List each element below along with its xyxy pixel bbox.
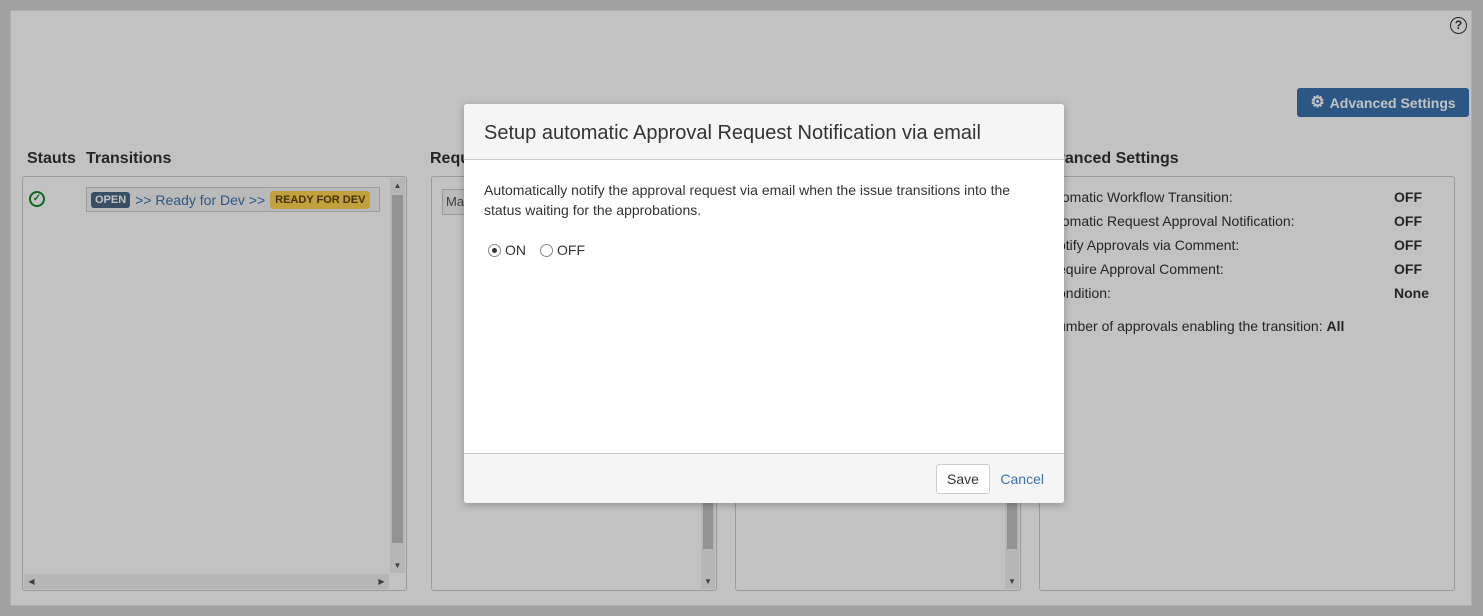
- radio-on-button[interactable]: [488, 243, 501, 257]
- dialog-description: Automatically notify the approval reques…: [484, 182, 1011, 218]
- dialog-header: Setup automatic Approval Request Notific…: [464, 104, 1064, 160]
- radio-off[interactable]: OFF: [540, 242, 585, 258]
- save-button[interactable]: Save: [936, 464, 990, 494]
- radio-off-label: OFF: [557, 242, 585, 258]
- radio-off-button[interactable]: [540, 243, 553, 257]
- approval-notification-dialog: Setup automatic Approval Request Notific…: [464, 104, 1064, 503]
- radio-on[interactable]: ON: [488, 242, 526, 258]
- radio-on-label: ON: [505, 242, 526, 258]
- cancel-link[interactable]: Cancel: [1000, 471, 1044, 487]
- dialog-footer: Save Cancel: [464, 453, 1064, 503]
- notification-toggle-group: ON OFF: [488, 242, 599, 258]
- dialog-title: Setup automatic Approval Request Notific…: [484, 122, 981, 144]
